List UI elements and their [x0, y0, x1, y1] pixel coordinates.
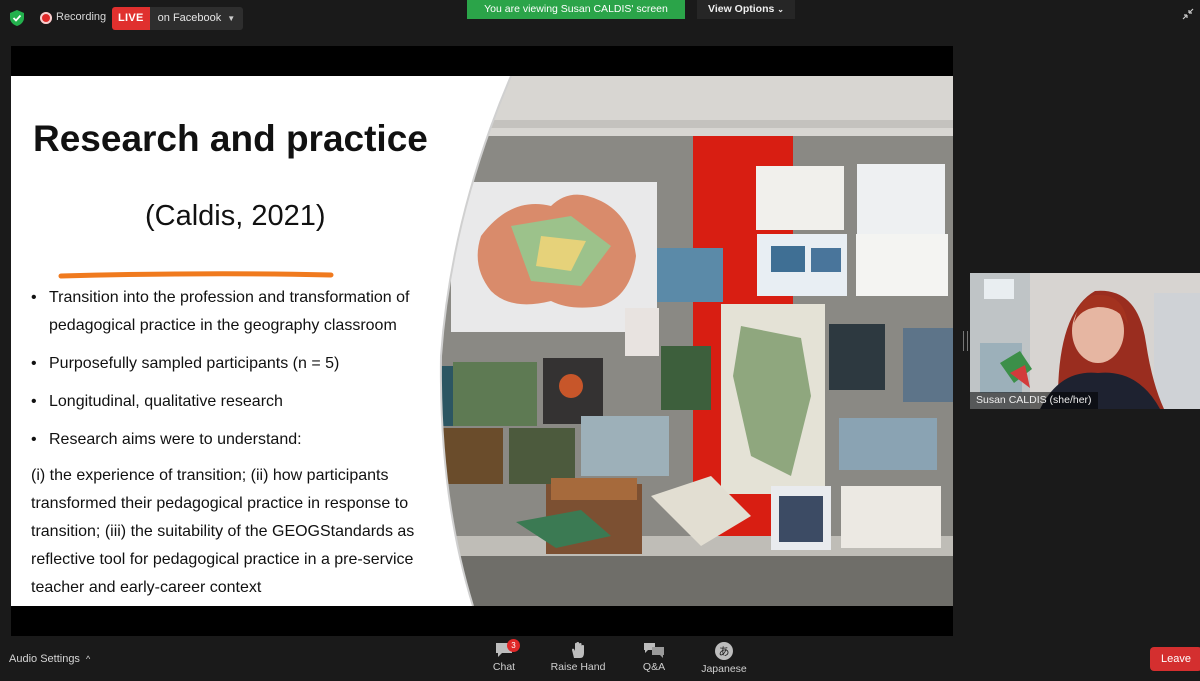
leave-button[interactable]: Leave	[1150, 647, 1200, 671]
bullet-item: Research aims were to understand:	[31, 426, 441, 454]
qa-icon	[644, 643, 664, 658]
chat-unread-badge: 3	[507, 639, 520, 652]
slide-title: Research and practice	[33, 118, 428, 159]
audio-settings-button[interactable]: Audio Settings ^	[9, 653, 90, 665]
chat-label: Chat	[492, 661, 516, 673]
recording-label: Recording	[56, 11, 107, 23]
language-interpretation-button[interactable]: あ Japanese	[689, 639, 759, 679]
bullet-item: Transition into the profession and trans…	[31, 284, 441, 340]
qa-label: Q&A	[642, 661, 666, 673]
exit-fullscreen-icon[interactable]	[1182, 8, 1194, 20]
live-destination: on Facebook ▼	[149, 7, 244, 30]
participant-name-label: Susan CALDIS (she/her)	[970, 392, 1098, 409]
participant-video-tile[interactable]: Susan CALDIS (she/her)	[970, 273, 1200, 409]
chat-button[interactable]: 3 Chat	[469, 639, 539, 679]
live-stream-button[interactable]: LIVE on Facebook ▼	[112, 7, 244, 30]
shared-screen: Research and practice (Caldis, 2021) Tra…	[11, 46, 953, 636]
language-icon: あ	[715, 642, 733, 660]
live-tag: LIVE	[112, 7, 150, 30]
caret-down-icon: ▼	[227, 14, 236, 23]
language-glyph: あ	[719, 645, 730, 658]
security-shield-icon[interactable]	[10, 10, 24, 26]
raise-hand-label: Raise Hand	[550, 661, 606, 673]
chevron-down-icon: ⌄	[777, 5, 784, 14]
hand-icon	[572, 642, 584, 658]
slide-bullet-list: Transition into the profession and trans…	[31, 284, 441, 464]
qa-button[interactable]: Q&A	[619, 639, 689, 679]
raise-hand-button[interactable]: Raise Hand	[543, 639, 613, 679]
participant-video-frame	[970, 273, 1200, 409]
language-label: Japanese	[701, 663, 747, 675]
panel-resize-handle[interactable]	[963, 331, 968, 351]
bullet-item: Purposefully sampled participants (n = 5…	[31, 350, 441, 378]
view-options-button[interactable]: View Options ⌄	[697, 0, 795, 19]
bullet-item: Longitudinal, qualitative research	[31, 388, 441, 416]
caret-up-icon: ^	[85, 654, 91, 664]
meeting-top-bar: Recording LIVE on Facebook ▼ You are view…	[0, 0, 1200, 36]
slide-citation: (Caldis, 2021)	[145, 200, 326, 232]
viewing-screen-banner: You are viewing Susan CALDIS' screen	[467, 0, 685, 19]
research-aims-text: (i) the experience of transition; (ii) h…	[31, 467, 415, 596]
recording-icon	[40, 12, 52, 24]
presentation-slide: Research and practice (Caldis, 2021) Tra…	[11, 76, 953, 606]
